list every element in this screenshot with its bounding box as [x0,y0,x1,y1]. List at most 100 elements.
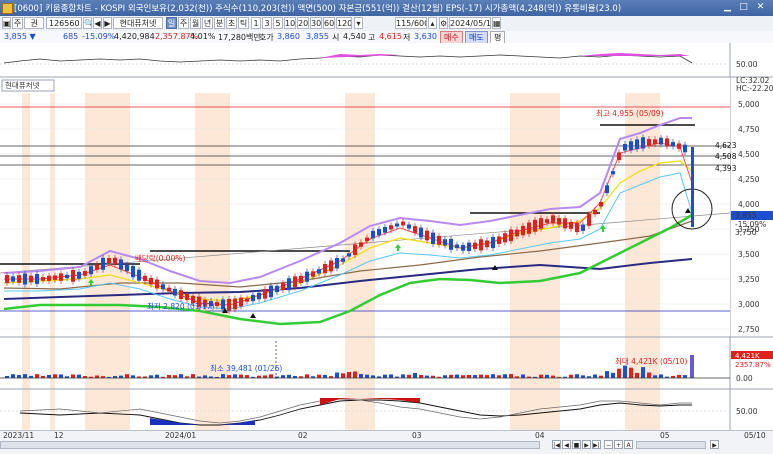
interval-10-button[interactable]: 10 [284,17,296,29]
zoom-in-icon[interactable]: + [614,440,623,449]
volume-bar [575,374,579,378]
interval-120-button[interactable]: 120 [336,17,352,29]
volume-bar [167,374,171,378]
oscillator-value: 50.00 [736,407,758,416]
top-indicator-value: 50.00 [736,60,758,69]
period-second-button[interactable]: 초 [226,17,237,29]
volume: 4,420,984 [114,32,155,41]
volume-bar [569,374,573,378]
volume-tag: 4,421K [735,352,760,360]
next-icon[interactable]: ▶ [103,17,112,29]
price-tick-label: 4,250 [738,175,760,184]
period-tick-button[interactable]: 틱 [238,17,249,29]
interval-3-button[interactable]: 3 [262,17,272,29]
price-change-pct: -15.09% [82,32,116,41]
date-axis: 2023/11 12 2024/01 02 03 04 05 05/10 |◀ … [0,430,773,454]
volume-bar [647,372,651,378]
chart-area[interactable]: 50.00 현대퓨처넷 최고 4,955 (05/09) 최저 2,820 (0… [0,43,773,430]
stock-legend[interactable]: 현대퓨처넷 [5,81,40,90]
open-label: 시 [332,33,340,42]
volume-bar [455,374,459,378]
volume-bar [611,372,615,378]
last-candle [691,147,694,227]
price-tick-label: 2,750 [738,325,760,334]
volume-bar [443,375,447,378]
volume-bar [593,374,597,378]
bar-count-field[interactable]: 115/600 [395,17,427,29]
stepper-icon[interactable]: ▴ [428,17,437,29]
dropdown-icon[interactable]: ▾ [354,17,363,29]
volume-bar [179,374,183,378]
volume-bar [281,375,285,378]
volume-zero: 0.00 [736,374,753,383]
date-label: 2024/01 [165,431,197,440]
open-price: 4,540 [343,32,366,41]
period-month-button[interactable]: 월 [190,17,201,29]
minimize-icon[interactable]: ▁ [722,2,733,13]
volume-bar [233,374,237,378]
period-week-button[interactable]: 주 [178,17,189,29]
price-tick-label: 4,000 [738,200,760,209]
menu-button[interactable]: 주 [12,17,23,29]
level-label-2: 4,508 [715,152,737,161]
scroll-start-icon[interactable]: |◀ [552,440,561,449]
volume-bar [359,374,363,378]
date-label: 2023/11 [3,431,35,440]
turnover: 4.01% [190,32,216,41]
lock-icon[interactable]: ▣ [2,17,11,29]
high-price: 4,615 [379,32,402,41]
date-field[interactable]: 2024/05/10 [449,17,491,29]
scroll-right-icon[interactable]: ▶ [710,440,719,449]
gear-icon[interactable]: ⚙ [439,17,448,29]
volume-bar [473,375,477,378]
min-volume-annotation: 최소 39,481 (01/26) [210,363,282,373]
price-change: 685 [63,32,79,41]
hc-label: HC:-22.20 [736,84,773,93]
volume-bar [683,375,687,378]
volume-bar [269,374,273,378]
period-minute-button[interactable]: 분 [214,17,225,29]
date-label: 04 [535,431,545,440]
scroll-next-icon[interactable]: ▶ [582,440,591,449]
volume-bar [341,373,345,378]
volume-bar [629,367,633,378]
interval-20-button[interactable]: 20 [297,17,309,29]
volume-bar [305,374,309,378]
close-icon[interactable]: ✕ [755,2,766,13]
title-bar: [0600] 키움종합차트 - KOSPI 외국인보유(2,032(천)) 주식… [0,0,773,16]
price-tick-label: 3,500 [738,250,760,259]
interval-5-button[interactable]: 5 [273,17,283,29]
date-label: 05 [660,431,670,440]
zoom-out-icon[interactable]: − [604,440,613,449]
max-volume-annotation: 최대 4,421K (05/10) [615,356,687,366]
volume-bar [617,368,621,378]
period-year-button[interactable]: 년 [202,17,213,29]
volume-bar [77,374,81,378]
maximize-icon[interactable]: □ [738,2,749,13]
horizontal-scrollbar[interactable] [0,441,540,449]
text-icon[interactable]: A [624,440,633,449]
stock-name-field[interactable]: 현대퓨처넷 [113,17,163,29]
volume-bar [323,374,327,378]
calendar-icon[interactable]: ▦ [492,17,501,29]
volume-bar [71,374,75,378]
volume-bar [35,374,39,378]
scroll-end-icon[interactable]: ▶| [592,440,601,449]
zoom-slider[interactable] [636,441,706,449]
price-tick-label: 5,000 [738,100,760,109]
stock-code-input[interactable]: 126560 [46,17,82,29]
volume-bar [245,375,249,378]
date-label: 02 [298,431,308,440]
interval-1-button[interactable]: 1 [251,17,261,29]
period-day-button[interactable]: 일 [166,17,177,29]
current-extra-label: 3,750 [735,228,757,237]
search-icon[interactable]: 🔍 [83,17,92,29]
volume-bar [503,374,507,378]
interval-60-button[interactable]: 60 [323,17,335,29]
scroll-stop-icon[interactable]: ■ [572,440,581,449]
scroll-prev-icon[interactable]: ◀ [562,440,571,449]
current-price: 3,855 ▼ [4,32,36,41]
code-type-select[interactable]: 권 [24,17,44,29]
prev-icon[interactable]: ◀ [93,17,102,29]
interval-30-button[interactable]: 30 [310,17,322,29]
